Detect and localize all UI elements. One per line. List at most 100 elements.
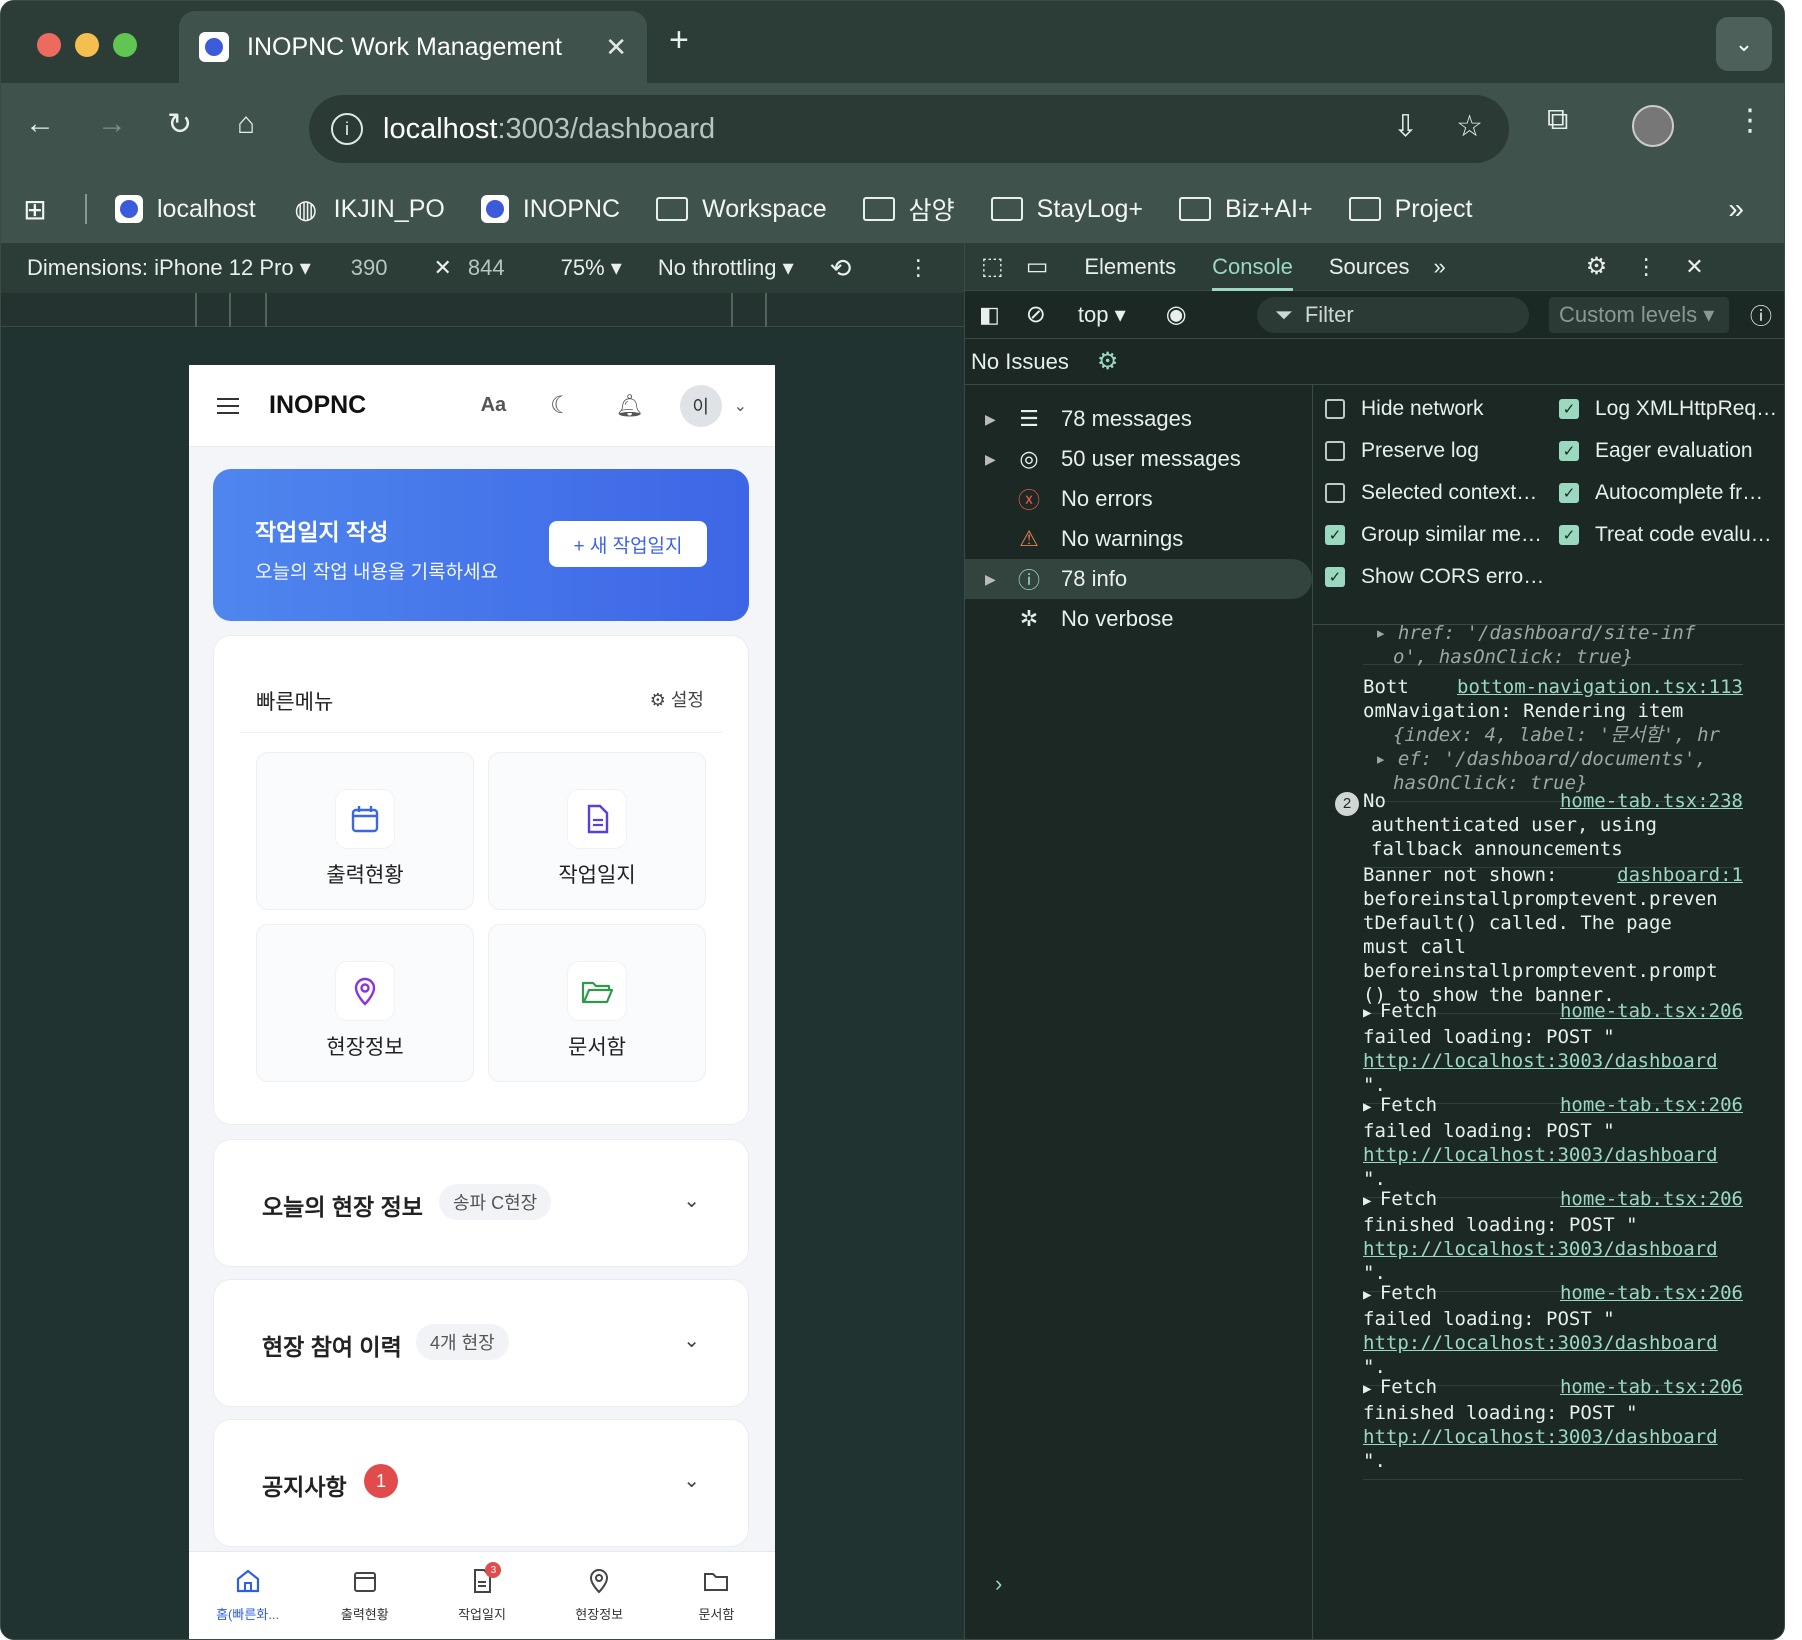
fetch-url-link[interactable]: http://localhost:3003/dashboard bbox=[1363, 1143, 1743, 1167]
tab-search-chevron-icon[interactable]: ⌄ bbox=[1716, 17, 1772, 71]
fetch-url-link[interactable]: http://localhost:3003/dashboard bbox=[1363, 1425, 1743, 1449]
source-link[interactable]: home-tab.tsx:206 bbox=[1560, 1187, 1743, 1211]
browser-tab[interactable]: INOPNC Work Management ✕ bbox=[179, 11, 647, 83]
bottom-nav-worklog[interactable]: 3 작업일지 bbox=[423, 1552, 540, 1639]
close-devtools-icon[interactable]: ✕ bbox=[1685, 254, 1703, 280]
show-cors-checkbox[interactable]: ✓ Show CORS erro… bbox=[1325, 565, 1544, 589]
info-icon[interactable]: ⓘ bbox=[1750, 299, 1772, 331]
issues-label[interactable]: No Issues bbox=[971, 349, 1069, 375]
source-link[interactable]: home-tab.tsx:206 bbox=[1560, 1281, 1743, 1305]
filter-input[interactable]: ⏷ Filter bbox=[1257, 297, 1529, 333]
bookmark-folder-staylog[interactable]: StayLog+ bbox=[990, 195, 1143, 224]
bookmark-inopnc[interactable]: INOPNC bbox=[480, 195, 620, 224]
quick-menu-settings-button[interactable]: ⚙ 설정 bbox=[650, 686, 704, 712]
bookmark-localhost[interactable]: localhost bbox=[115, 195, 256, 224]
sidebar-item-messages[interactable]: ▶ ☰ 78 messages bbox=[965, 399, 1312, 439]
issues-gear-icon[interactable]: ⚙ bbox=[1097, 347, 1119, 376]
sidebar-toggle-icon[interactable]: ◧ bbox=[979, 302, 1000, 328]
close-window-button[interactable] bbox=[37, 33, 61, 57]
tab-sources[interactable]: Sources bbox=[1329, 254, 1410, 280]
home-icon[interactable]: ⌂ bbox=[237, 107, 255, 141]
user-menu-chevron-icon[interactable]: ⌄ bbox=[734, 396, 747, 416]
site-history-accordion[interactable]: 현장 참여 이력 4개 현장 ⌄ bbox=[213, 1279, 749, 1407]
treat-code-eval-checkbox[interactable]: ✓ Treat code evalu… bbox=[1559, 523, 1772, 547]
log-xhr-checkbox[interactable]: ✓ Log XMLHttpReq… bbox=[1559, 397, 1777, 421]
extensions-puzzle-icon[interactable]: ⧉ bbox=[1547, 103, 1568, 137]
site-info-icon[interactable]: i bbox=[331, 113, 363, 145]
fetch-url-link[interactable]: http://localhost:3003/dashboard bbox=[1363, 1237, 1743, 1261]
minimize-window-button[interactable] bbox=[75, 33, 99, 57]
back-arrow-icon[interactable]: ← bbox=[25, 107, 55, 141]
source-link[interactable]: bottom-navigation.tsx:113 bbox=[1457, 675, 1743, 699]
selected-context-checkbox[interactable]: Selected context… bbox=[1325, 481, 1537, 505]
bookmark-folder-bizai[interactable]: Biz+AI+ bbox=[1179, 195, 1313, 224]
bottom-nav-site[interactable]: 현장정보 bbox=[541, 1552, 658, 1639]
sidebar-item-warnings[interactable]: ⚠ No warnings bbox=[965, 519, 1312, 559]
sidebar-item-user-messages[interactable]: ▶ ◎ 50 user messages bbox=[965, 439, 1312, 479]
tile-site-info[interactable]: 현장정보 bbox=[256, 924, 474, 1082]
device-toggle-icon[interactable]: ▭ bbox=[1026, 252, 1049, 281]
fetch-url-link[interactable]: http://localhost:3003/dashboard bbox=[1363, 1331, 1743, 1355]
tile-output-status[interactable]: 출력현황 bbox=[256, 752, 474, 910]
apps-grid-icon[interactable]: ⊞ bbox=[21, 194, 87, 225]
bookmark-folder-workspace[interactable]: Workspace bbox=[656, 195, 827, 224]
more-bookmarks-icon[interactable]: » bbox=[1728, 193, 1744, 225]
group-similar-checkbox[interactable]: ✓ Group similar me… bbox=[1325, 523, 1542, 547]
throttling-select[interactable]: No throttling ▾ bbox=[658, 255, 794, 281]
chevron-down-icon[interactable]: ⌄ bbox=[683, 1188, 700, 1213]
install-app-icon[interactable]: ⇩ bbox=[1393, 109, 1418, 144]
device-more-icon[interactable]: ⋮ bbox=[907, 255, 929, 281]
sidebar-item-verbose[interactable]: ✲ No verbose bbox=[965, 599, 1312, 639]
profile-avatar[interactable] bbox=[1632, 105, 1674, 147]
address-bar[interactable]: i localhost:3003/dashboard ⇩ ☆ bbox=[309, 95, 1509, 163]
chevron-down-icon[interactable]: ⌄ bbox=[683, 1468, 700, 1493]
zoom-select[interactable]: 75% ▾ bbox=[561, 255, 622, 281]
source-link[interactable]: home-tab.tsx:238 bbox=[1560, 789, 1743, 813]
close-tab-icon[interactable]: ✕ bbox=[605, 32, 627, 63]
forward-arrow-icon[interactable]: → bbox=[97, 107, 127, 141]
bottom-nav-output[interactable]: 출력현황 bbox=[306, 1552, 423, 1639]
context-select[interactable]: top ▾ bbox=[1078, 302, 1126, 328]
log-levels-select[interactable]: Custom levels ▾ bbox=[1549, 297, 1729, 333]
chevron-down-icon[interactable]: ⌄ bbox=[683, 1328, 700, 1353]
bookmark-folder-samyang[interactable]: 삼양 bbox=[862, 191, 955, 227]
dark-mode-moon-icon[interactable]: ☾ bbox=[550, 391, 572, 420]
console-prompt-input[interactable]: › bbox=[995, 1571, 1002, 1597]
hide-network-checkbox[interactable]: Hide network bbox=[1325, 397, 1484, 421]
reload-icon[interactable]: ↻ bbox=[167, 107, 192, 142]
hamburger-menu-icon[interactable] bbox=[217, 397, 239, 414]
bookmark-star-icon[interactable]: ☆ bbox=[1456, 109, 1483, 144]
bottom-nav-documents[interactable]: 문서함 bbox=[658, 1552, 775, 1639]
inspect-element-icon[interactable]: ⬚ bbox=[981, 252, 1004, 281]
new-tab-icon[interactable]: + bbox=[669, 21, 689, 60]
tile-documents[interactable]: 문서함 bbox=[488, 924, 706, 1082]
preserve-log-checkbox[interactable]: Preserve log bbox=[1325, 439, 1479, 463]
bottom-nav-home[interactable]: 홈(빠른화... bbox=[189, 1552, 306, 1639]
tile-worklog[interactable]: 작업일지 bbox=[488, 752, 706, 910]
device-width-input[interactable]: 390 bbox=[351, 255, 388, 281]
device-select[interactable]: Dimensions: iPhone 12 Pro ▾ bbox=[27, 255, 311, 281]
settings-gear-icon[interactable]: ⚙ bbox=[1586, 252, 1608, 281]
tab-console[interactable]: Console bbox=[1212, 254, 1293, 291]
tab-elements[interactable]: Elements bbox=[1084, 254, 1176, 280]
today-site-info-accordion[interactable]: 오늘의 현장 정보 송파 C현장 ⌄ bbox=[213, 1139, 749, 1267]
autocomplete-checkbox[interactable]: ✓ Autocomplete fr… bbox=[1559, 481, 1763, 505]
devtools-more-icon[interactable]: ⋮ bbox=[1635, 254, 1657, 280]
fetch-url-link[interactable]: http://localhost:3003/dashboard bbox=[1363, 1049, 1743, 1073]
source-link[interactable]: home-tab.tsx:206 bbox=[1560, 999, 1743, 1023]
notice-accordion[interactable]: 공지사항 1 ⌄ bbox=[213, 1419, 749, 1547]
source-link[interactable]: dashboard:1 bbox=[1617, 863, 1743, 887]
sidebar-item-info[interactable]: ▶ ⓘ 78 info bbox=[965, 559, 1312, 599]
more-tabs-icon[interactable]: » bbox=[1434, 254, 1446, 280]
bookmark-ikjin[interactable]: ◍ IKJIN_PO bbox=[292, 194, 445, 224]
source-link[interactable]: home-tab.tsx:206 bbox=[1560, 1375, 1743, 1399]
notification-bell-icon[interactable]: 🔔︎ bbox=[616, 393, 644, 419]
font-size-button[interactable]: Aa bbox=[481, 394, 507, 417]
browser-menu-icon[interactable]: ⋮ bbox=[1735, 103, 1765, 138]
eager-eval-checkbox[interactable]: ✓ Eager evaluation bbox=[1559, 439, 1753, 463]
rotate-icon[interactable]: ⟲ bbox=[830, 253, 852, 284]
zoom-window-button[interactable] bbox=[113, 33, 137, 57]
clear-console-icon[interactable]: ⊘ bbox=[1026, 300, 1046, 329]
source-link[interactable]: home-tab.tsx:206 bbox=[1560, 1093, 1743, 1117]
device-height-input[interactable]: 844 bbox=[468, 255, 505, 281]
